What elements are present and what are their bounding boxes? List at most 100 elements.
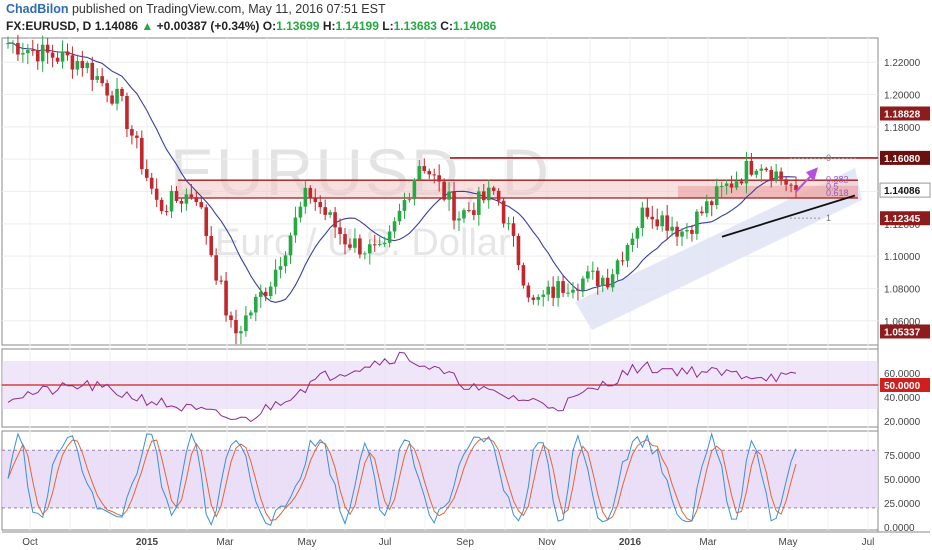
candle-body (635, 228, 640, 239)
candle-body (140, 137, 144, 170)
candle-body (447, 191, 451, 200)
stoch-tick-label: 0.0000 (884, 523, 915, 534)
candle-body (343, 234, 347, 245)
candle-body (779, 171, 783, 180)
candle-body (333, 212, 337, 228)
candle-body (135, 135, 139, 138)
candle-body (30, 50, 35, 52)
price-label-text: 1.16080 (884, 154, 921, 165)
candle-body (556, 281, 560, 298)
candle-body (209, 236, 213, 256)
candle-body (714, 186, 719, 206)
fib-label: 1 (826, 213, 831, 223)
candle-body (273, 269, 278, 287)
candle-body (591, 270, 595, 272)
candle-body (6, 43, 10, 45)
candle-body (576, 289, 580, 291)
candle-body (685, 230, 689, 232)
candle-body (80, 61, 85, 69)
candle-body (239, 331, 243, 334)
candle-body (680, 231, 684, 237)
candle-body (234, 320, 238, 334)
candle-body (323, 207, 327, 215)
candle-body (551, 286, 555, 298)
candle-body (605, 277, 610, 288)
candle-body (75, 61, 80, 70)
candle-body (387, 231, 392, 243)
candle-body (670, 226, 674, 231)
candle-body (739, 181, 744, 184)
candle-body (353, 238, 357, 248)
rsi-level-label: 50.0000 (884, 381, 921, 392)
candle-body (298, 206, 303, 218)
candle-body (45, 44, 50, 53)
fib-label: 0 (826, 153, 831, 163)
candle-body (546, 286, 551, 295)
candle-body (11, 42, 15, 44)
candle-body (412, 179, 417, 200)
candle-body (729, 183, 734, 188)
candle-body (744, 160, 749, 184)
candle-body (700, 211, 704, 214)
candle-body (427, 170, 432, 175)
candle-body (21, 53, 25, 55)
candle-body (531, 297, 536, 300)
stoch-tick-label: 50.0000 (884, 475, 921, 486)
candle-body (625, 245, 630, 261)
time-tick-label: Nov (538, 537, 556, 548)
candle-body (645, 207, 650, 217)
price-label-text: 1.12345 (884, 214, 921, 225)
candle-body (26, 50, 30, 54)
candle-body (249, 312, 253, 316)
candle-body (600, 277, 605, 287)
candle-body (16, 42, 20, 55)
candle-body (35, 50, 40, 62)
candle-body (496, 190, 501, 201)
candle-body (704, 201, 709, 214)
candle-body (620, 260, 625, 262)
price-label-text: 1.14086 (884, 186, 921, 197)
candle-body (50, 52, 55, 58)
candle-body (144, 169, 149, 178)
time-tick-label: Mar (216, 537, 234, 548)
candle-body (650, 216, 655, 220)
time-tick-label: Sep (456, 537, 474, 548)
stochastic-panel (2, 431, 878, 526)
candle-body (179, 200, 184, 204)
candle-body (268, 286, 273, 297)
price-tick-label: 1.18000 (884, 123, 921, 134)
candle-body (130, 129, 134, 136)
candle-body (541, 294, 546, 297)
candle-body (288, 235, 293, 256)
candle-body (501, 200, 506, 224)
candle-body (338, 227, 342, 235)
candle-body (194, 197, 199, 203)
candle-body (561, 281, 565, 293)
candle-body (640, 207, 645, 229)
candle-body (660, 215, 664, 227)
candle-body (690, 230, 694, 234)
candle-body (481, 191, 486, 201)
candle-body (595, 270, 600, 287)
candle-body (506, 223, 511, 225)
candle-body (278, 266, 283, 270)
chart-canvas[interactable]: EURUSD, D Euro / U.S. Dollar 00.3820.50.… (0, 0, 932, 550)
candle-body (437, 175, 441, 182)
candle-body (521, 265, 526, 286)
candle-body (149, 177, 154, 189)
candle-body (258, 291, 263, 297)
candle-body (40, 44, 45, 62)
candle-body (105, 83, 109, 96)
time-tick-label: May (779, 537, 798, 548)
candle-body (159, 199, 164, 212)
candle-body (724, 183, 729, 186)
candle-body (125, 95, 129, 130)
candle-body (536, 296, 541, 300)
candle-body (769, 170, 774, 181)
candle-body (367, 244, 372, 254)
candle-body (318, 202, 323, 208)
price-label-text: 1.05337 (884, 327, 921, 338)
candle-body (382, 242, 387, 245)
candle-body (90, 62, 95, 80)
candle-body (377, 244, 382, 246)
